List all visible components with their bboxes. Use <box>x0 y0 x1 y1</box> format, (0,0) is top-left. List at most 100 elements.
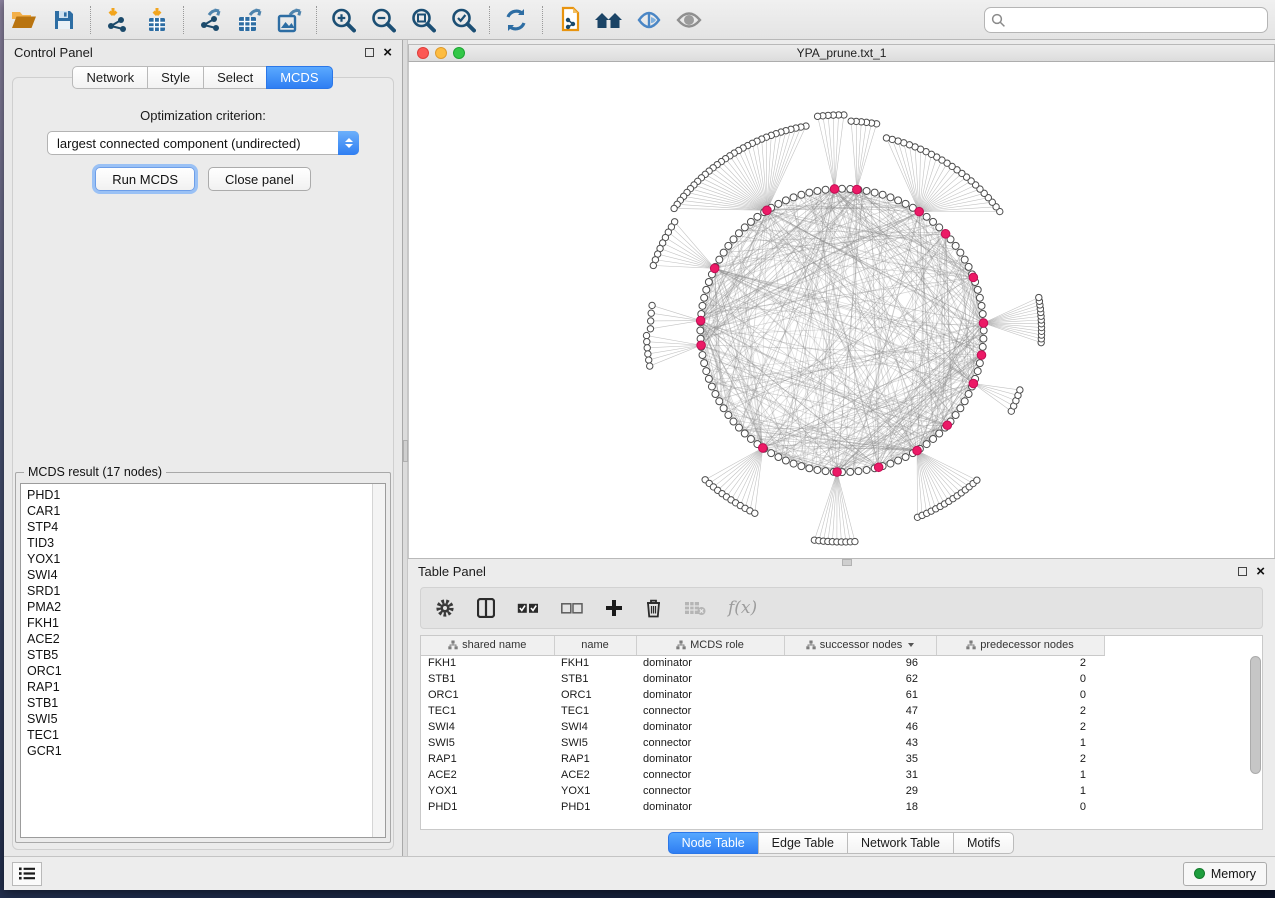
network-node[interactable] <box>980 335 987 342</box>
network-node[interactable] <box>965 263 972 270</box>
network-node[interactable] <box>730 418 737 425</box>
mcds-result-node[interactable]: FKH1 <box>27 615 385 631</box>
network-node[interactable] <box>703 286 710 293</box>
table-row[interactable]: RAP1RAP1dominator352 <box>421 751 1104 767</box>
network-node[interactable] <box>716 256 723 263</box>
show-panels-button[interactable] <box>669 3 709 37</box>
network-node[interactable] <box>930 218 937 225</box>
tab-select[interactable]: Select <box>203 66 267 89</box>
network-node[interactable] <box>716 398 723 405</box>
hide-panels-button[interactable] <box>629 3 669 37</box>
mcds-result-node[interactable]: ORC1 <box>27 663 385 679</box>
mcds-hub-node[interactable] <box>874 463 883 472</box>
network-node[interactable] <box>979 343 986 350</box>
column-header-MCDS-role[interactable]: MCDS role <box>636 636 784 655</box>
network-node[interactable] <box>735 424 742 431</box>
tab-network[interactable]: Network <box>72 66 148 89</box>
leaf-node[interactable] <box>848 118 854 124</box>
column-header-name[interactable]: name <box>554 636 636 655</box>
leaf-node[interactable] <box>648 310 654 316</box>
table-row[interactable]: FKH1FKH1dominator962 <box>421 655 1104 671</box>
leaf-node[interactable] <box>647 326 653 332</box>
delete-column-button[interactable] <box>645 593 662 623</box>
table-scrollbar[interactable] <box>1250 656 1261 774</box>
task-history-button[interactable] <box>12 862 42 886</box>
network-node[interactable] <box>952 242 959 249</box>
network-node[interactable] <box>965 391 972 398</box>
table-row[interactable]: YOX1YOX1connector291 <box>421 783 1104 799</box>
export-image-button[interactable] <box>270 3 310 37</box>
table-panel-close-icon[interactable]: × <box>1256 564 1265 579</box>
network-node[interactable] <box>730 236 737 243</box>
mcds-result-node[interactable]: RAP1 <box>27 679 385 695</box>
network-node[interactable] <box>887 460 894 467</box>
export-network-button[interactable] <box>190 3 230 37</box>
zoom-in-button[interactable] <box>323 3 363 37</box>
mcds-hub-node[interactable] <box>763 206 772 215</box>
network-node[interactable] <box>790 194 797 201</box>
network-node[interactable] <box>775 200 782 207</box>
network-node[interactable] <box>895 197 902 204</box>
zoom-selected-button[interactable] <box>443 3 483 37</box>
leaf-node[interactable] <box>1017 387 1023 393</box>
network-node[interactable] <box>879 191 886 198</box>
table-row[interactable]: SWI5SWI5connector431 <box>421 735 1104 751</box>
network-node[interactable] <box>725 242 732 249</box>
leaf-node[interactable] <box>1036 294 1042 300</box>
select-all-rows-button[interactable] <box>517 593 539 623</box>
mcds-result-node[interactable]: SWI4 <box>27 567 385 583</box>
control-panel-float-icon[interactable] <box>365 48 374 57</box>
table-row[interactable]: SWI4SWI4dominator462 <box>421 719 1104 735</box>
import-table-button[interactable] <box>137 3 177 37</box>
network-node[interactable] <box>747 435 754 442</box>
tab-style[interactable]: Style <box>147 66 204 89</box>
leaf-node[interactable] <box>974 477 980 483</box>
tab-mcds[interactable]: MCDS <box>266 66 332 89</box>
leaf-node[interactable] <box>645 351 651 357</box>
tab-node-table[interactable]: Node Table <box>668 832 759 854</box>
leaf-node[interactable] <box>883 135 889 141</box>
network-node[interactable] <box>705 279 712 286</box>
mcds-result-node[interactable]: SRD1 <box>27 583 385 599</box>
leaf-node[interactable] <box>814 113 820 119</box>
memory-button[interactable]: Memory <box>1183 862 1267 886</box>
mcds-hub-node[interactable] <box>969 379 978 388</box>
leaf-node[interactable] <box>671 205 677 211</box>
network-node[interactable] <box>839 185 846 192</box>
mcds-hub-node[interactable] <box>943 421 952 430</box>
network-node[interactable] <box>768 450 775 457</box>
mcds-result-node[interactable]: STB5 <box>27 647 385 663</box>
mcds-hub-node[interactable] <box>915 207 924 216</box>
network-node[interactable] <box>806 465 813 472</box>
network-node[interactable] <box>822 468 829 475</box>
network-node[interactable] <box>855 468 862 475</box>
network-graph[interactable] <box>409 62 1274 558</box>
network-node[interactable] <box>697 327 704 334</box>
mcds-result-node[interactable]: GCR1 <box>27 743 385 759</box>
table-row[interactable]: ORC1ORC1dominator610 <box>421 687 1104 703</box>
network-node[interactable] <box>978 302 985 309</box>
leaf-node[interactable] <box>752 510 758 516</box>
leaf-node[interactable] <box>647 318 653 324</box>
leaf-node[interactable] <box>649 302 655 308</box>
network-node[interactable] <box>902 200 909 207</box>
network-node[interactable] <box>923 441 930 448</box>
leaf-node[interactable] <box>852 538 858 544</box>
network-node[interactable] <box>902 454 909 461</box>
open-session-network-button[interactable] <box>549 3 589 37</box>
network-node[interactable] <box>895 457 902 464</box>
control-panel-close-icon[interactable]: × <box>383 45 392 60</box>
network-node[interactable] <box>863 466 870 473</box>
mcds-hub-node[interactable] <box>710 264 719 273</box>
delete-table-button[interactable] <box>684 593 706 623</box>
network-node[interactable] <box>847 468 854 475</box>
refresh-button[interactable] <box>496 3 536 37</box>
table-row[interactable]: TEC1TEC1connector472 <box>421 703 1104 719</box>
network-node[interactable] <box>735 230 742 237</box>
column-header-shared-name[interactable]: shared name <box>421 636 554 655</box>
zoom-out-button[interactable] <box>363 3 403 37</box>
network-node[interactable] <box>699 302 706 309</box>
run-mcds-button[interactable]: Run MCDS <box>95 167 195 191</box>
leaf-node[interactable] <box>644 339 650 345</box>
table-settings-button[interactable] <box>435 593 455 623</box>
